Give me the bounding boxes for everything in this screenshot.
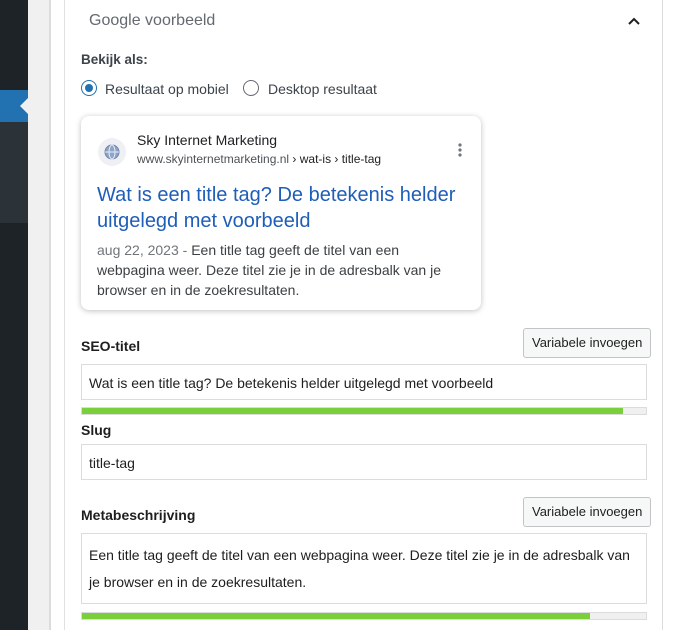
result-separator: - (178, 242, 192, 258)
sidebar-submenu (0, 122, 28, 223)
right-gutter (662, 0, 700, 630)
box-title: Google voorbeeld (89, 12, 216, 29)
radio-desktop-label[interactable]: Desktop resultaat (268, 81, 377, 97)
more-vertical-icon[interactable] (458, 142, 462, 158)
site-favicon (98, 138, 126, 166)
meta-description-label: Metabeschrijving (81, 507, 196, 523)
meta-progress-fill (82, 613, 590, 619)
seo-title-progress-fill (82, 408, 624, 414)
radio-mobile[interactable] (81, 80, 97, 96)
box-header[interactable]: Google voorbeeld (65, 0, 663, 42)
result-date: aug 22, 2023 (97, 242, 179, 258)
admin-sidebar (0, 0, 28, 630)
slug-input[interactable]: title-tag (81, 444, 647, 480)
google-result-card: Sky Internet Marketing www.skyinternetma… (81, 116, 481, 310)
meta-description-textarea[interactable]: Een title tag geeft de titel van een web… (81, 533, 647, 604)
radio-mobile-label[interactable]: Resultaat op mobiel (105, 81, 229, 97)
slug-label: Slug (81, 422, 112, 438)
seo-title-label: SEO-titel (81, 338, 141, 354)
result-snippet: aug 22, 2023 - Een title tag geeft de ti… (97, 240, 469, 300)
result-url-domain: www.skyinternetmarketing.nl (137, 152, 290, 166)
globe-icon (104, 144, 120, 160)
result-title[interactable]: Wat is een title tag? De betekenis helde… (97, 182, 469, 234)
result-url: www.skyinternetmarketing.nl › wat-is › t… (137, 152, 381, 166)
content-gutter (28, 0, 50, 630)
seo-title-progress (81, 407, 647, 415)
sidebar-active-arrow (20, 98, 28, 114)
chevron-up-icon[interactable] (627, 14, 641, 28)
result-site-name: Sky Internet Marketing (137, 132, 278, 148)
seo-title-input[interactable]: Wat is een title tag? De betekenis helde… (81, 364, 647, 400)
insert-variable-button-meta[interactable]: Variabele invoegen (523, 497, 652, 527)
insert-variable-button-title[interactable]: Variabele invoegen (523, 328, 652, 358)
meta-description-progress (81, 612, 647, 620)
result-url-breadcrumbs: › wat-is › title-tag (289, 152, 382, 166)
google-preview-box: Google voorbeeld Bekijk als: Resultaat o… (64, 0, 662, 630)
radio-desktop[interactable] (243, 80, 259, 96)
view-as-label: Bekijk als: (81, 52, 148, 67)
